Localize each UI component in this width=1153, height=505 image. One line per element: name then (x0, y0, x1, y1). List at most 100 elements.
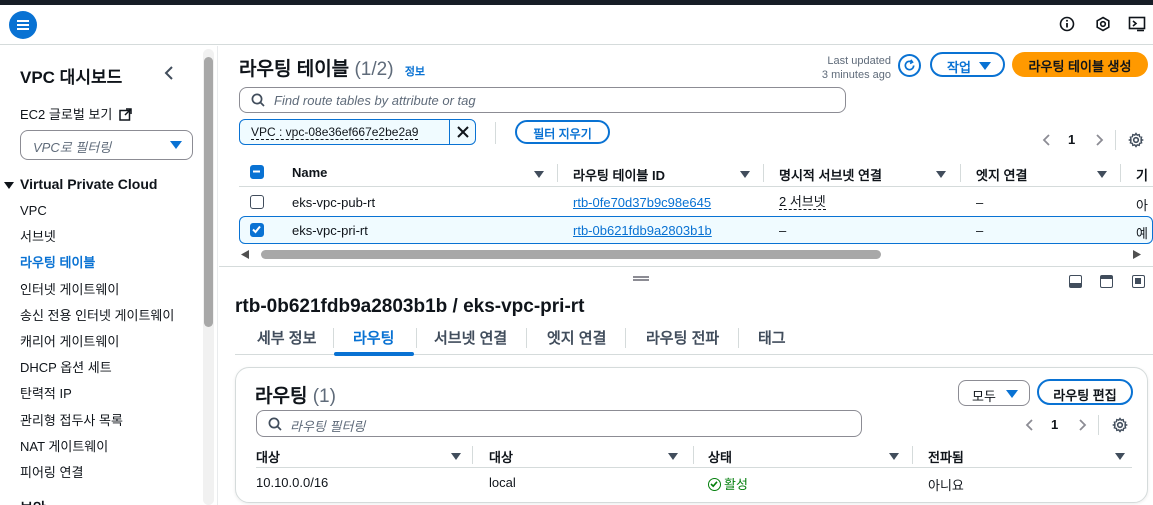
column-header-destination[interactable]: 대상 (256, 447, 280, 466)
tab-routes[interactable]: 라우팅 (353, 327, 394, 348)
filter-token: VPC : vpc-08e36ef667e2be2a9 (239, 119, 476, 145)
sort-caret-icon[interactable] (451, 453, 461, 460)
tab-subnet-associations[interactable]: 서브넷 연결 (434, 327, 507, 348)
actions-dropdown-button[interactable]: 작업 (930, 52, 1005, 77)
sidebar-section-security[interactable]: 보안 (4, 498, 46, 505)
caret-down-icon (1006, 390, 1018, 398)
row-checkbox[interactable] (250, 223, 264, 237)
cloudshell-icon[interactable] (1128, 15, 1146, 33)
page-number[interactable]: 1 (1068, 132, 1075, 147)
info-link[interactable]: 정보 (405, 66, 425, 78)
column-divider[interactable] (557, 164, 558, 182)
clear-filters-button[interactable]: 필터 지우기 (515, 120, 610, 144)
column-divider[interactable] (960, 164, 961, 182)
sidebar-item-elastic-ip[interactable]: 탄력적 IP (20, 386, 174, 412)
route-table-search[interactable]: Find route tables by attribute or tag (239, 87, 846, 113)
column-header-edge[interactable]: 엣지 연결 (976, 165, 1027, 184)
select-all-checkbox[interactable] (250, 165, 264, 179)
create-route-table-button[interactable]: 라우팅 테이블 생성 (1012, 52, 1148, 77)
row-route-table-id-link[interactable]: rtb-0fe70d37b9c98e645 (573, 195, 711, 210)
panel-hide-icon[interactable] (1132, 275, 1145, 288)
settings-hex-icon[interactable] (1094, 15, 1112, 33)
close-icon (457, 126, 469, 138)
menu-icon[interactable] (9, 11, 37, 39)
gear-icon[interactable] (1128, 132, 1144, 148)
search-icon (268, 417, 282, 431)
page-number[interactable]: 1 (1051, 417, 1058, 432)
collapse-sidebar-icon[interactable] (164, 64, 174, 85)
chevron-right-icon[interactable] (1093, 134, 1105, 146)
sort-caret-icon[interactable] (740, 171, 750, 178)
remove-filter-button[interactable] (449, 120, 476, 144)
column-divider[interactable] (1120, 164, 1121, 182)
panel-side-icon[interactable] (1100, 275, 1113, 288)
sidebar-item-subnets[interactable]: 서브넷 (20, 229, 174, 255)
detail-title: rtb-0b621fdb9a2803b1b / eks-vpc-pri-rt (235, 296, 585, 317)
column-divider[interactable] (912, 446, 913, 464)
sidebar-item-vpc[interactable]: VPC (20, 203, 174, 229)
sidebar-section-vpc[interactable]: Virtual Private Cloud (4, 176, 157, 192)
chevron-right-icon[interactable] (1076, 419, 1088, 431)
sidebar-item-nat-gateways[interactable]: NAT 게이트웨이 (20, 439, 174, 465)
info-icon[interactable] (1058, 15, 1076, 33)
edit-routes-button[interactable]: 라우팅 편집 (1037, 379, 1133, 405)
sidebar-item-route-tables[interactable]: 라우팅 테이블 (20, 255, 174, 281)
sidebar-item-carrier-gateways[interactable]: 캐리어 게이트웨이 (20, 334, 174, 360)
ec2-global-view-link[interactable]: EC2 글로벌 보기 (20, 104, 132, 124)
column-header-id[interactable]: 라우팅 테이블 ID (573, 165, 665, 184)
row-main: 예 (1136, 226, 1148, 241)
tab-divider (526, 328, 527, 348)
chevron-left-icon[interactable] (1041, 134, 1053, 146)
column-header-target[interactable]: 대상 (489, 447, 513, 466)
row-checkbox[interactable] (250, 195, 264, 209)
column-divider[interactable] (472, 446, 473, 464)
tab-edge-associations[interactable]: 엣지 연결 (547, 327, 606, 348)
route-destination: 10.10.0.0/16 (256, 475, 329, 490)
sidebar-scrollbar[interactable] (203, 49, 214, 505)
chevron-left-icon[interactable] (1024, 419, 1036, 431)
sidebar-scroll-thumb[interactable] (204, 57, 213, 327)
sidebar-item-egress-only-igw[interactable]: 송신 전용 인터넷 게이트웨이 (20, 308, 174, 334)
column-header-propagated[interactable]: 전파됨 (928, 447, 964, 466)
column-header-subnets[interactable]: 명시적 서브넷 연결 (779, 165, 882, 184)
sort-caret-icon[interactable] (534, 171, 544, 178)
sort-caret-icon[interactable] (1115, 453, 1125, 460)
sidebar-item-prefix-lists[interactable]: 관리형 접두사 목록 (20, 413, 174, 439)
resize-handle-icon[interactable] (633, 276, 649, 281)
tab-route-propagation[interactable]: 라우팅 전파 (646, 327, 719, 348)
panel-bottom-icon[interactable] (1069, 275, 1082, 288)
vpc-filter-select[interactable]: VPC로 필터링 (20, 130, 193, 160)
column-divider[interactable] (763, 164, 764, 182)
column-header-main[interactable]: 기 (1136, 165, 1148, 184)
expand-triangle-icon (4, 181, 14, 189)
route-filter-select[interactable]: 모두 (958, 380, 1030, 406)
sidebar-item-peering[interactable]: 피어링 연결 (20, 465, 174, 491)
scroll-right-arrow-icon[interactable] (1133, 250, 1141, 259)
route-search[interactable]: 라우팅 필터링 (256, 410, 862, 437)
sidebar-item-dhcp-options[interactable]: DHCP 옵션 세트 (20, 360, 174, 386)
filter-token-text[interactable]: VPC : vpc-08e36ef667e2be2a9 (251, 125, 419, 140)
column-header-name[interactable]: Name (292, 165, 327, 180)
routes-table-header: 대상 대상 상태 전파됨 (256, 443, 1132, 468)
row-subnets[interactable]: 2 서브넷 (779, 195, 826, 210)
table-row-selected[interactable]: eks-vpc-pri-rt rtb-0b621fdb9a2803b1b – –… (239, 216, 1153, 244)
column-divider[interactable] (693, 446, 694, 464)
routes-title-text: 라우팅 (255, 386, 308, 407)
scroll-left-arrow-icon[interactable] (241, 250, 249, 259)
sidebar-title[interactable]: VPC 대시보드 (20, 63, 122, 88)
row-route-table-id-link[interactable]: rtb-0b621fdb9a2803b1b (573, 223, 712, 238)
sort-caret-icon[interactable] (668, 453, 678, 460)
tab-tags[interactable]: 태그 (758, 327, 786, 348)
sort-caret-icon[interactable] (936, 171, 946, 178)
column-header-status[interactable]: 상태 (708, 447, 732, 466)
route-propagated: 아니요 (928, 478, 964, 493)
scroll-thumb[interactable] (261, 250, 881, 259)
table-horizontal-scrollbar[interactable] (239, 248, 1153, 260)
sort-caret-icon[interactable] (889, 453, 899, 460)
gear-icon[interactable] (1112, 417, 1128, 433)
tab-details[interactable]: 세부 정보 (257, 327, 316, 348)
sidebar-item-internet-gateways[interactable]: 인터넷 게이트웨이 (20, 282, 174, 308)
table-row[interactable]: eks-vpc-pub-rt rtb-0fe70d37b9c98e645 2 서… (239, 188, 1153, 216)
sort-caret-icon[interactable] (1097, 171, 1107, 178)
refresh-button[interactable] (898, 54, 921, 77)
